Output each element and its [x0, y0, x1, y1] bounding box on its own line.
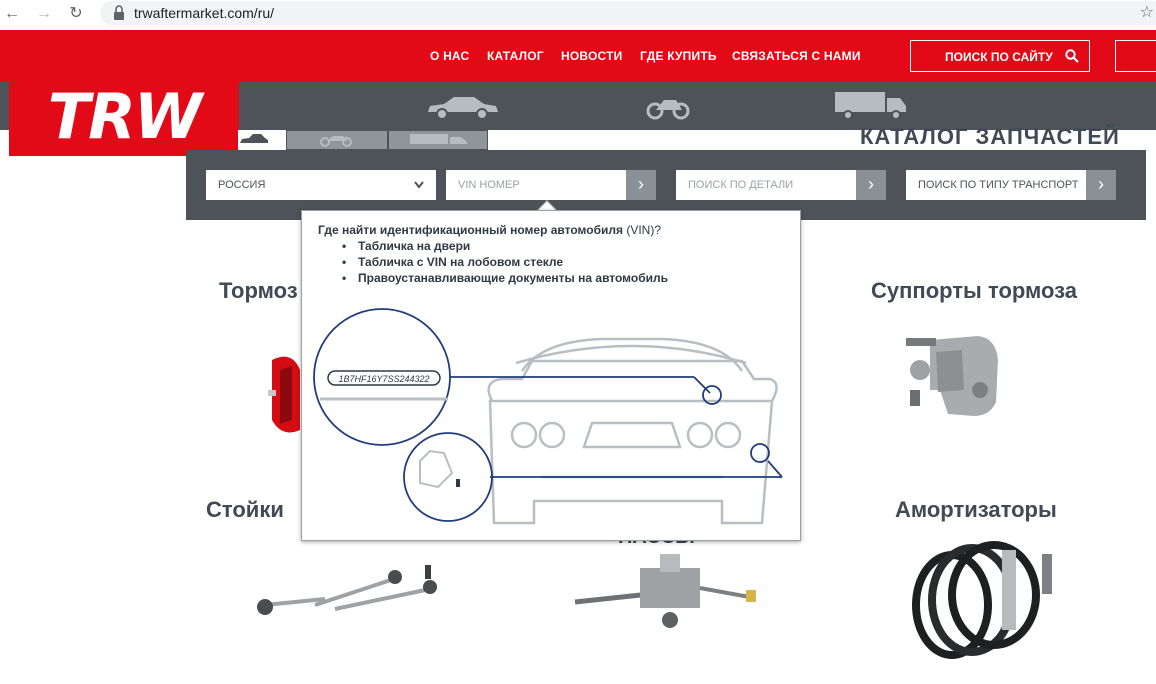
menu-where-to-buy[interactable]: ГДЕ КУПИТЬ — [640, 49, 717, 63]
product-brakes-title[interactable]: Тормоз — [219, 278, 298, 304]
reload-icon[interactable]: ↻ — [66, 4, 86, 24]
part-search-button[interactable]: › — [856, 170, 886, 200]
vehicle-type-select[interactable]: ПОИСК ПО ТИПУ ТРАНСПОРТ — [906, 170, 1086, 200]
tab-motorcycle[interactable] — [286, 130, 388, 150]
forward-icon[interactable]: → — [34, 4, 54, 24]
chevron-down-icon — [414, 181, 424, 189]
vin-plate-text: 1B7HF16Y7SS244322 — [338, 374, 429, 384]
search-icon — [1065, 49, 1079, 63]
truck-icon[interactable] — [834, 90, 908, 120]
bookmark-star-icon[interactable]: ☆ — [1140, 2, 1154, 22]
shock-absorber-image[interactable] — [912, 540, 1072, 660]
popup-title: Где найти идентификационный номер автомо… — [318, 223, 661, 237]
country-select[interactable]: РОССИЯ — [206, 170, 436, 200]
menu-news[interactable]: НОВОСТИ — [561, 49, 622, 63]
popup-title-main: Где найти идентификационный номер автомо… — [318, 223, 624, 237]
vin-location-list: Табличка на двери Табличка с VIN на лобо… — [342, 239, 668, 287]
caliper-image[interactable] — [900, 330, 1000, 425]
tab-car[interactable] — [238, 130, 286, 150]
menu-catalog[interactable]: КАТАЛОГ — [487, 49, 544, 63]
site-search-button[interactable]: ПОИСК ПО САЙТУ — [910, 40, 1090, 72]
motorcycle-icon[interactable] — [646, 92, 690, 120]
product-calipers-title[interactable]: Суппорты тормоза — [871, 278, 1077, 304]
product-shocks-title[interactable]: Амортизаторы — [895, 497, 1057, 523]
country-value: РОССИЯ — [218, 179, 266, 191]
steering-column-image[interactable] — [570, 550, 760, 640]
catalog-title: КАТАЛОГ ЗАПЧАСТЕЙ — [860, 124, 1120, 149]
site-search-label: ПОИСК ПО САЙТУ — [945, 50, 1053, 64]
trw-logo[interactable]: TRW — [9, 77, 239, 156]
brake-disc-image[interactable] — [262, 330, 302, 450]
list-item: Табличка с VIN на лобовом стекле — [342, 255, 668, 271]
menu-contact[interactable]: СВЯЗАТЬСЯ С НАМИ — [732, 49, 861, 63]
list-item: Табличка на двери — [342, 239, 668, 255]
menu-about[interactable]: О НАС — [430, 49, 469, 63]
back-icon[interactable]: ← — [2, 4, 22, 24]
car-icon[interactable] — [424, 94, 500, 120]
vehicle-type-button[interactable]: › — [1086, 170, 1116, 200]
vin-search-button[interactable]: › — [626, 170, 656, 200]
popup-title-suffix: (VIN)? — [623, 223, 662, 237]
car-tab-icon — [240, 134, 268, 143]
tab-truck[interactable] — [388, 130, 488, 150]
address-url: trwaftermarket.com/ru/ — [134, 5, 275, 21]
lock-icon — [114, 5, 124, 20]
stabilizer-link-image[interactable] — [245, 565, 445, 635]
vin-help-popup: Где найти идентификационный номер автомо… — [301, 210, 801, 541]
vin-input[interactable]: VIN НОМЕР — [446, 170, 626, 200]
language-button[interactable] — [1115, 40, 1156, 72]
truck-tab-icon — [410, 134, 467, 144]
browser-toolbar: ← → ↻ trwaftermarket.com/ru/ ☆ — [0, 0, 1156, 30]
vin-location-diagram: 1B7HF16Y7SS244322 — [313, 308, 783, 525]
part-search-input[interactable]: ПОИСК ПО ДЕТАЛИ — [676, 170, 856, 200]
motorcycle-tab-icon — [320, 136, 352, 147]
top-navigation: О НАС КАТАЛОГ НОВОСТИ ГДЕ КУПИТЬ СВЯЗАТЬ… — [0, 30, 1156, 82]
product-struts-title[interactable]: Стойки — [206, 497, 284, 523]
list-item: Правоустанавливающие документы на автомо… — [342, 271, 668, 287]
